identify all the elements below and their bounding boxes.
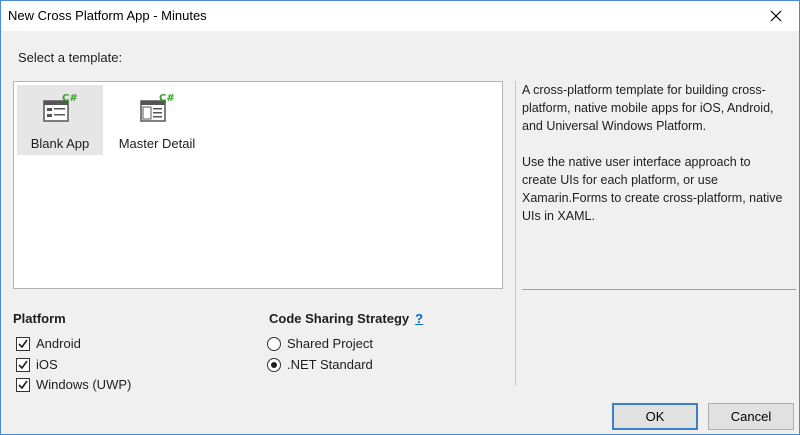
select-template-label: Select a template: bbox=[18, 50, 123, 65]
checkbox[interactable] bbox=[16, 377, 30, 392]
platform-checkbox-android[interactable]: Android bbox=[16, 336, 81, 351]
description-paragraph: A cross-platform template for building c… bbox=[522, 83, 774, 133]
template-label: Blank App bbox=[30, 136, 90, 151]
template-master-detail[interactable]: C# Master Detail bbox=[107, 85, 207, 155]
template-list: C# Blank App C# Master Detail bbox=[13, 81, 503, 289]
checkbox[interactable] bbox=[16, 336, 30, 351]
radio-button[interactable] bbox=[267, 357, 281, 372]
radio-selected-dot bbox=[271, 361, 277, 368]
platform-checkbox-uwp[interactable]: Windows (UWP) bbox=[16, 377, 131, 392]
close-icon bbox=[770, 10, 782, 22]
template-description: A cross-platform template for building c… bbox=[522, 81, 784, 243]
title-bar: New Cross Platform App - Minutes bbox=[1, 1, 799, 31]
template-description-panel: A cross-platform template for building c… bbox=[515, 81, 796, 386]
svg-text:C#: C# bbox=[159, 93, 175, 104]
checkbox-label: iOS bbox=[36, 357, 58, 372]
description-paragraph: Use the native user interface approach t… bbox=[522, 155, 783, 223]
template-blank-app[interactable]: C# Blank App bbox=[17, 85, 103, 155]
svg-text:C#: C# bbox=[62, 93, 78, 104]
checkbox-label: Windows (UWP) bbox=[36, 377, 132, 392]
code-sharing-heading: Code Sharing Strategy? bbox=[269, 311, 423, 326]
checkmark-icon bbox=[18, 360, 28, 369]
radio-label: Shared Project bbox=[287, 336, 373, 351]
help-link[interactable]: ? bbox=[415, 311, 423, 326]
dialog-window: New Cross Platform App - Minutes Select … bbox=[0, 0, 800, 435]
radio-button[interactable] bbox=[267, 336, 281, 351]
close-button[interactable] bbox=[753, 1, 799, 31]
checkmark-icon bbox=[18, 380, 28, 389]
checkmark-icon bbox=[18, 339, 28, 348]
cancel-button[interactable]: Cancel bbox=[708, 403, 794, 430]
blank-app-csharp-icon: C# bbox=[42, 92, 78, 124]
radio-shared-project[interactable]: Shared Project bbox=[267, 336, 373, 351]
ok-button[interactable]: OK bbox=[612, 403, 698, 430]
checkbox-label: Android bbox=[36, 336, 81, 351]
divider bbox=[522, 289, 796, 290]
checkbox[interactable] bbox=[16, 357, 30, 372]
radio-net-standard[interactable]: .NET Standard bbox=[267, 357, 373, 372]
platform-heading: Platform bbox=[13, 311, 66, 326]
radio-label: .NET Standard bbox=[287, 357, 373, 372]
code-sharing-heading-text: Code Sharing Strategy bbox=[269, 311, 410, 326]
platform-checkbox-ios[interactable]: iOS bbox=[16, 357, 58, 372]
template-label: Master Detail bbox=[118, 136, 196, 151]
window-title: New Cross Platform App - Minutes bbox=[8, 8, 207, 23]
master-detail-csharp-icon: C# bbox=[139, 92, 175, 124]
